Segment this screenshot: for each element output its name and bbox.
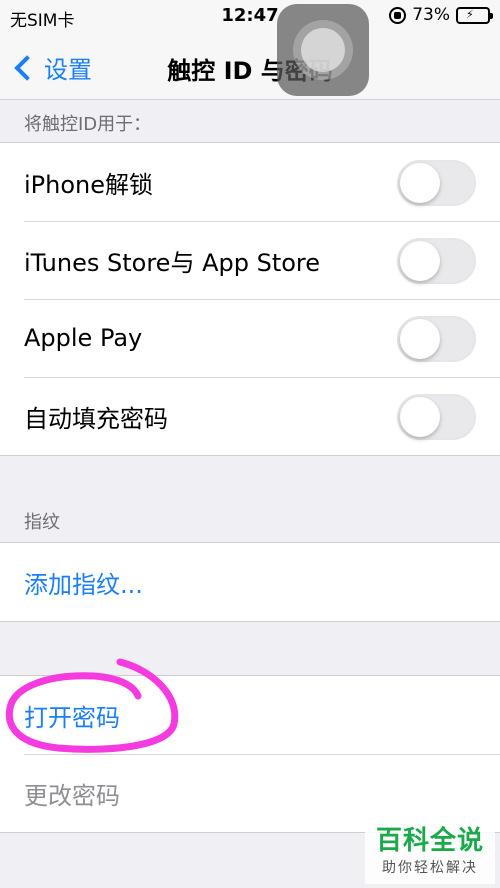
turn-passcode-on-label: 打开密码 <box>24 703 120 732</box>
change-passcode-label: 更改密码 <box>24 781 120 810</box>
toggle-knob <box>400 397 440 437</box>
status-right: 73% ⚡ <box>389 5 493 25</box>
iphone-unlock-label: iPhone解锁 <box>24 170 154 199</box>
itunes-app-store-label: iTunes Store与 App Store <box>24 248 321 277</box>
apple-pay-toggle[interactable] <box>397 316 476 362</box>
change-passcode-button: 更改密码 <box>0 754 500 832</box>
autofill-passwords-row: 自动填充密码 <box>0 377 500 455</box>
fingerprint-section-header: 指纹 <box>24 512 60 533</box>
watermark-subtitle: 助你轻松解决 <box>382 860 478 876</box>
page-title: 触控 ID 与密码 <box>167 57 333 85</box>
apple-pay-label: Apple Pay <box>24 324 143 352</box>
iphone-unlock-row: iPhone解锁 <box>0 143 500 221</box>
autofill-passwords-toggle[interactable] <box>397 394 476 440</box>
toggle-knob <box>400 241 440 281</box>
watermark-logo: 百科全说 助你轻松解决 <box>365 824 495 884</box>
toggle-knob <box>400 319 440 359</box>
battery-charging-icon: ⚡ <box>456 6 493 24</box>
itunes-app-store-row: iTunes Store与 App Store <box>0 221 500 299</box>
autofill-passwords-label: 自动填充密码 <box>24 404 168 433</box>
status-bar: 无SIM卡 12:47 73% ⚡ <box>0 0 500 36</box>
add-fingerprint-label: 添加指纹... <box>24 570 143 599</box>
navigation-bar: 设置 触控 ID 与密码 <box>0 36 500 100</box>
watermark-title: 百科全说 <box>375 826 484 856</box>
passcode-group: 打开密码 更改密码 <box>0 675 500 833</box>
touch-id-section-header: 将触控ID用于： <box>24 114 152 135</box>
iphone-unlock-toggle[interactable] <box>397 160 476 206</box>
battery-percent: 73% <box>412 5 450 25</box>
assistive-touch-button[interactable] <box>277 4 369 96</box>
itunes-app-store-toggle[interactable] <box>397 238 476 284</box>
touch-id-usage-group: iPhone解锁 iTunes Store与 App Store Apple P… <box>0 142 500 456</box>
fingerprint-group: 添加指纹... <box>0 542 500 622</box>
toggle-knob <box>400 163 440 203</box>
turn-passcode-on-button[interactable]: 打开密码 <box>0 676 500 754</box>
add-fingerprint-button[interactable]: 添加指纹... <box>0 543 500 621</box>
apple-pay-row: Apple Pay <box>0 299 500 377</box>
assistive-touch-inner-dot <box>301 28 345 72</box>
orientation-lock-icon <box>389 6 407 24</box>
